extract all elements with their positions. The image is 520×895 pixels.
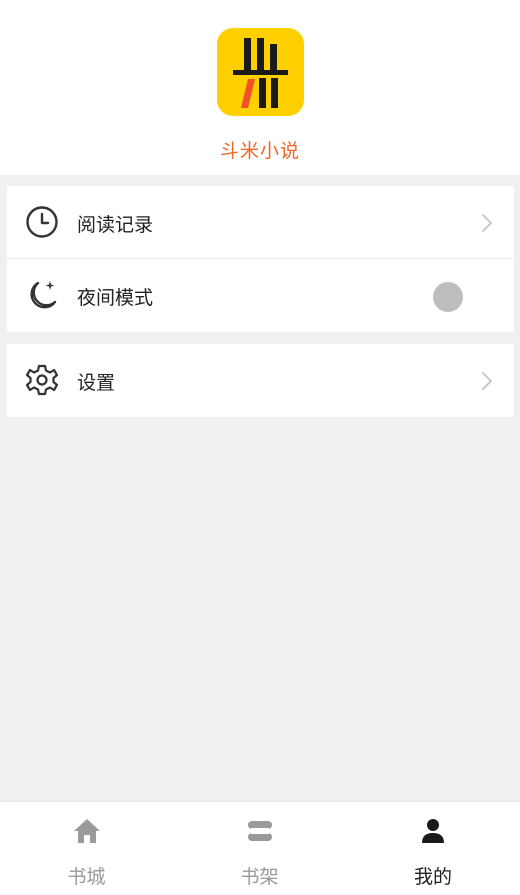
menu-item-reading-history[interactable]: 阅读记录 bbox=[7, 186, 514, 259]
tab-mine[interactable]: 我的 bbox=[346, 802, 520, 895]
gear-icon bbox=[25, 364, 59, 396]
menu-item-night-mode: 夜间模式 bbox=[7, 259, 514, 332]
menu-card-primary: 阅读记录 夜间模式 bbox=[7, 186, 514, 332]
bottom-tab-bar: 书城 书架 我的 bbox=[0, 801, 520, 895]
clock-icon bbox=[26, 206, 58, 238]
profile-header: 斗米小说 bbox=[0, 0, 520, 175]
tab-mine-label: 我的 bbox=[413, 866, 452, 888]
tab-bookshelf-label: 书架 bbox=[240, 866, 279, 888]
menu-card-secondary: 设置 bbox=[7, 344, 514, 417]
app-logo bbox=[217, 28, 304, 116]
tab-bookstore[interactable]: 书城 bbox=[0, 802, 173, 895]
app-name: 斗米小说 bbox=[219, 140, 300, 162]
tab-bookstore-label: 书城 bbox=[67, 866, 106, 888]
bookshelf-icon bbox=[247, 821, 272, 841]
night-mode-toggle[interactable] bbox=[433, 282, 463, 312]
menu-item-settings[interactable]: 设置 bbox=[7, 344, 514, 417]
home-icon bbox=[73, 819, 100, 843]
night-mode-label: 夜间模式 bbox=[77, 287, 154, 309]
moon-icon bbox=[30, 281, 57, 309]
chevron-right-icon bbox=[482, 214, 492, 232]
bookshelf-logo-icon bbox=[233, 38, 288, 108]
settings-label: 设置 bbox=[77, 372, 116, 394]
person-icon bbox=[422, 819, 444, 843]
chevron-right-icon bbox=[482, 372, 492, 390]
screen: 斗米小说 阅读记录 夜间模式 设置 书城 书架 我的 bbox=[0, 0, 520, 895]
reading-history-label: 阅读记录 bbox=[77, 214, 154, 236]
tab-bookshelf[interactable]: 书架 bbox=[173, 802, 346, 895]
